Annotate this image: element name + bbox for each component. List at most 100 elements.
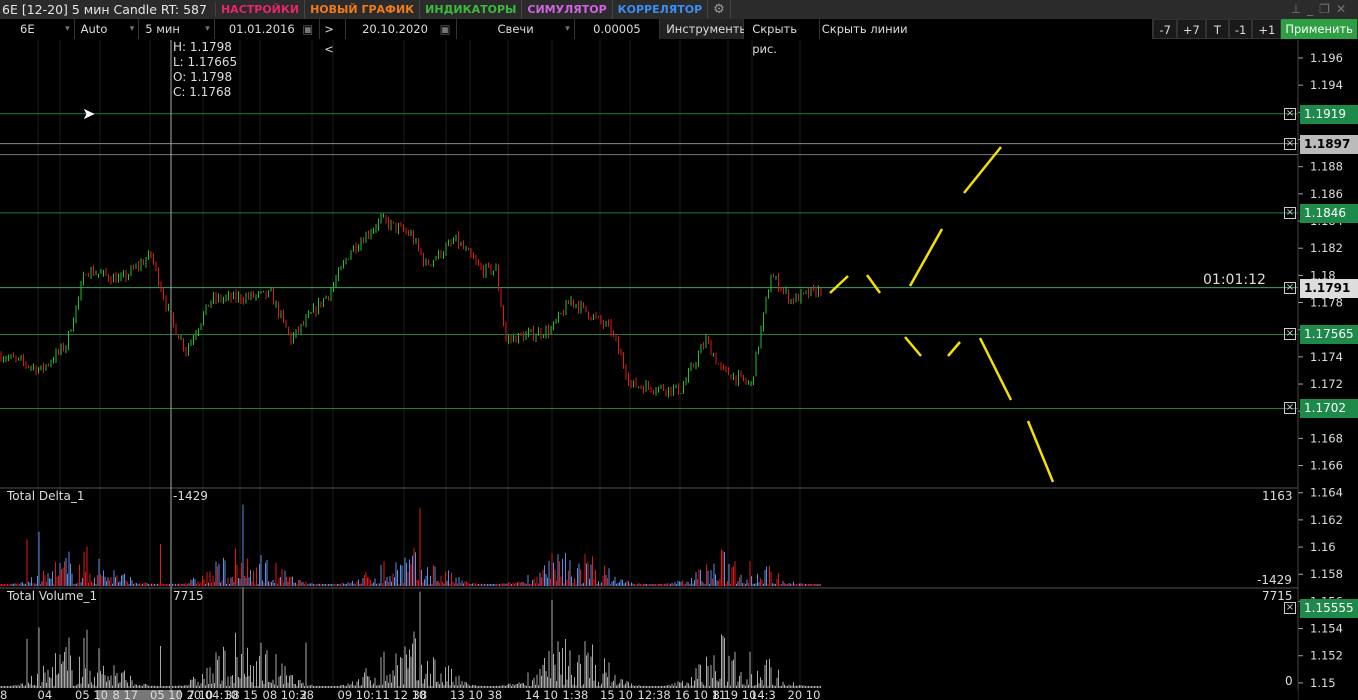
time-tick-label: 05 10 (75, 688, 108, 700)
menu-new-chart[interactable]: НОВЫЙ ГРАФИК (305, 0, 421, 19)
range-nav-button[interactable]: > < (320, 19, 347, 56)
price-tick-label: 1.194 (1310, 78, 1343, 92)
time-tick-label: 8 17 (113, 688, 139, 700)
calendar-icon[interactable]: ▣ (440, 19, 451, 39)
time-tick-label: 04 (38, 688, 53, 700)
price-level-badge: 1.17565 (1300, 325, 1358, 345)
price-level-badge: 1.1702 (1300, 399, 1358, 419)
apply-button[interactable]: Применить (1281, 19, 1358, 39)
volume-cursor-value: 7715 (173, 589, 204, 603)
remove-level-icon[interactable]: × (1284, 206, 1296, 219)
minus-7-button[interactable]: -7 (1153, 19, 1177, 39)
toolbar: 6E Auto 5 мин 01.01.2016 ▣ > < 20.10.2020… (0, 19, 1358, 56)
price-tick-label: 1.168 (1310, 431, 1343, 445)
remove-level-icon[interactable]: × (1284, 107, 1296, 120)
remove-level-icon[interactable]: × (1284, 137, 1296, 150)
delta-cursor-value: -1429 (173, 489, 208, 503)
gears-icon[interactable]: ⚙ (708, 0, 731, 19)
menu-correlator[interactable]: КОРРЕЛЯТОР (613, 0, 709, 19)
candles (0, 213, 822, 398)
price-tick-label: 1.154 (1310, 622, 1343, 636)
plus-7-button[interactable]: +7 (1176, 19, 1206, 39)
delta-min: -1429 (1257, 573, 1292, 587)
volume-min: 0 (1285, 674, 1293, 688)
t-button[interactable]: T (1205, 19, 1229, 39)
ohlc-open: O: 1.1798 (173, 70, 233, 84)
price-tick-label: 1.166 (1310, 459, 1343, 473)
price-tick-label: 1.178 (1310, 296, 1343, 310)
menu-settings[interactable]: НАСТРОЙКИ (216, 0, 306, 19)
price-level-badge: 1.1791 (1300, 278, 1358, 298)
symbol-select[interactable]: 6E (0, 19, 75, 39)
remove-level-icon[interactable]: × (1284, 601, 1296, 614)
date-from-input[interactable]: 01.01.2016 ▣ (214, 19, 321, 39)
time-tick-label: 14:3 (750, 688, 776, 700)
time-tick-label: 38 (413, 688, 428, 700)
time-tick-label: 2 (300, 688, 307, 700)
price-tick-label: 1.196 (1310, 51, 1343, 65)
forecast-drawings[interactable] (829, 146, 1055, 483)
bar-timer: 01:01:12 (1203, 272, 1266, 288)
remove-level-icon[interactable]: × (1284, 328, 1296, 341)
tick-size-input[interactable]: 0.00005 (574, 19, 661, 39)
close-icon[interactable]: ✕ (1336, 2, 1352, 16)
price-tick-label: 1.174 (1310, 350, 1343, 364)
pin-icon[interactable]: ⊥ (1291, 2, 1307, 16)
mouse-cursor-icon: ➤ (82, 104, 96, 123)
restore-icon[interactable]: ❐ (1319, 2, 1336, 16)
time-tick-label: 20 10 (788, 688, 821, 700)
price-level-badge: 1.15555 (1300, 598, 1358, 618)
date-to-input[interactable]: 20.10.2020 ▣ (346, 19, 458, 39)
price-tick-label: 1.162 (1310, 513, 1343, 527)
date-to-value: 20.10.2020 (362, 22, 428, 36)
price-level-badge: 1.1897 (1300, 134, 1358, 154)
price-level-badge: 1.1919 (1300, 104, 1358, 124)
volume-bars (0, 586, 821, 688)
time-tick-label: 1:38 (563, 688, 589, 700)
time-tick-label: 7 10 (188, 688, 214, 700)
time-tick-label: 15 10 (600, 688, 633, 700)
time-tick-label: 12:38 (638, 688, 671, 700)
remove-level-icon[interactable]: × (1284, 402, 1296, 415)
delta-bars (0, 504, 821, 586)
date-from-value: 01.01.2016 (228, 22, 295, 36)
ohlc-low: L: 1.17665 (173, 55, 238, 69)
menu-indicators[interactable]: ИНДИКАТОРЫ (420, 0, 523, 19)
price-tick-label: 1.16 (1310, 540, 1336, 554)
horizontal-levels (0, 113, 1298, 409)
price-tick-label: 1.15 (1310, 676, 1336, 690)
chart-canvas[interactable]: 1.1961.1941.1921.191.1881.1861.1841.1821… (0, 40, 1358, 700)
hide-drawings-button[interactable]: Скрыть рис. (744, 19, 820, 56)
price-tick-label: 1.172 (1310, 377, 1343, 391)
remove-level-icon[interactable]: × (1284, 281, 1296, 294)
title-bar: 6E [12-20] 5 мин Candle RT: 587 НАСТРОЙК… (0, 0, 1358, 19)
hide-lines-button[interactable]: Скрыть линии (819, 19, 1154, 39)
ohlc-high: H: 1.1798 (173, 40, 232, 54)
time-axis: 8 04 05 10 8 17 05 10 20 04:107 10 38 15 08 10… (0, 688, 820, 700)
time-tick-label: 38 (488, 688, 503, 700)
volume-title: Total Volume_1 (7, 589, 98, 603)
menu-simulator[interactable]: СИМУЛЯТОР (522, 0, 613, 19)
price-tick-label: 1.188 (1310, 160, 1343, 174)
price-tick-label: 1.186 (1310, 187, 1343, 201)
calendar-icon[interactable]: ▣ (302, 19, 313, 39)
time-tick-label: 38 15 (225, 688, 258, 700)
minimize-icon[interactable]: _ (1307, 2, 1319, 16)
time-tick-label: 13 10 (450, 688, 483, 700)
instruments-button[interactable]: Инструменты (660, 19, 749, 39)
delta-max: 1163 (1262, 489, 1293, 503)
price-tick-label: 1.152 (1310, 649, 1343, 663)
time-tick-label: 8 (0, 688, 7, 700)
ohlc-close: C: 1.1768 (173, 85, 232, 99)
time-tick-label: 14 10 (525, 688, 558, 700)
scale-select[interactable]: Auto (74, 19, 140, 39)
chart-type-select[interactable]: Свечи (457, 19, 575, 39)
price-tick-label: 1.158 (1310, 567, 1343, 581)
time-tick-label: 09 10: (338, 688, 375, 700)
timeframe-select[interactable]: 5 мин (139, 19, 215, 39)
price-tick-label: 1.164 (1310, 486, 1343, 500)
delta-title: Total Delta_1 (7, 489, 85, 503)
price-level-badge: 1.1846 (1300, 203, 1358, 223)
minus-1-button[interactable]: -1 (1228, 19, 1253, 39)
plus-1-button[interactable]: +1 (1252, 19, 1282, 39)
